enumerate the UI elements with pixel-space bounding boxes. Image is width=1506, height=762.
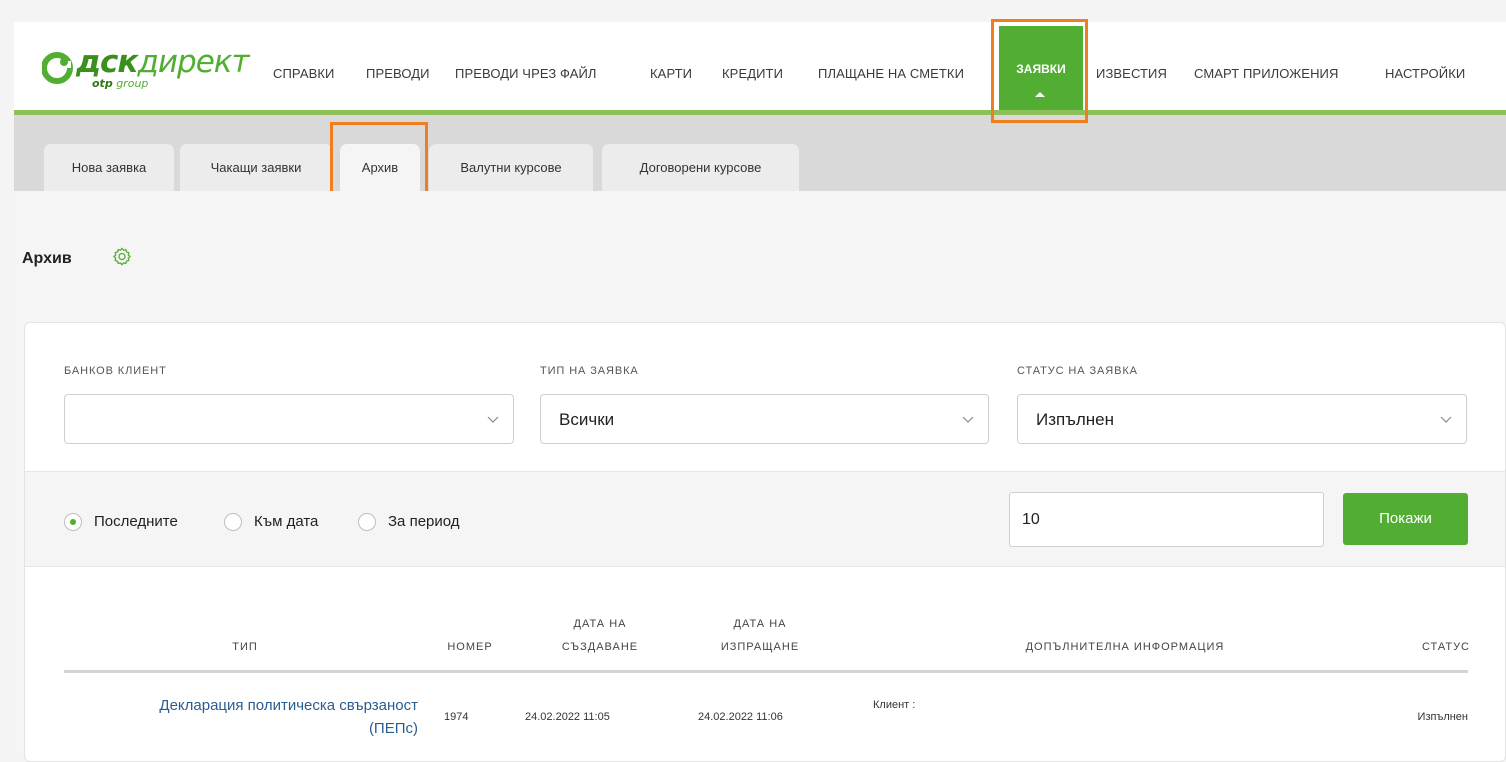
radio-poslednite[interactable]: Последните <box>64 508 214 536</box>
radio-kam-data[interactable]: Към дата <box>224 508 354 536</box>
nav-item-spravki[interactable]: СПРАВКИ <box>273 66 335 81</box>
nav-item-smart-prilozheniya[interactable]: СМАРТ ПРИЛОЖЕНИЯ <box>1194 66 1339 81</box>
type-select[interactable]: Всички <box>540 394 989 444</box>
request-sent-date: 24.02.2022 11:06 <box>698 711 783 723</box>
status-label: СТАТУС НА ЗАЯВКА <box>1017 365 1138 377</box>
status-select[interactable]: Изпълнен <box>1017 394 1467 444</box>
column-header-created-line2: СЪЗДАВАНЕ <box>561 641 639 653</box>
column-header-sent[interactable]: ДАТА НА ИЗПРАЩАНЕ <box>690 617 830 655</box>
request-type-line1: Декларация политическа свързаност <box>159 697 418 714</box>
client-select[interactable] <box>64 394 514 444</box>
column-header-info[interactable]: ДОПЪЛНИТЕЛНА ИНФОРМАЦИЯ <box>980 640 1270 655</box>
show-button[interactable]: Покажи <box>1343 493 1468 545</box>
client-label: БАНКОВ КЛИЕНТ <box>64 365 167 377</box>
radio-circle <box>224 513 242 531</box>
nav-item-karti[interactable]: КАРТИ <box>650 66 692 81</box>
brand-subtitle: otp group <box>92 77 149 90</box>
count-input[interactable]: 10 <box>1009 492 1324 547</box>
radio-label: За период <box>388 513 460 530</box>
brand-name: дскдирект <box>76 44 250 80</box>
dsk-direct-logo[interactable]: дскдирект otp group <box>42 44 270 106</box>
nav-item-nastroyki[interactable]: НАСТРОЙКИ <box>1385 66 1465 81</box>
nav-item-plashtane-smetki[interactable]: ПЛАЩАНЕ НА СМЕТКИ <box>818 66 964 81</box>
chevron-down-icon <box>962 416 974 423</box>
radio-label: Към дата <box>254 513 319 530</box>
radio-label: Последните <box>94 513 178 530</box>
chevron-down-icon <box>1440 416 1452 423</box>
column-header-status[interactable]: СТАТУС <box>1370 640 1470 655</box>
highlight-zayavki <box>991 19 1088 123</box>
nav-item-prevodi-fail[interactable]: ПРЕВОДИ ЧРЕЗ ФАЙЛ <box>455 66 597 81</box>
tab-valutni-kursove[interactable]: Валутни курсове <box>429 144 593 191</box>
request-type-line2: (ПЕПс) <box>368 720 418 737</box>
column-header-created[interactable]: ДАТА НА СЪЗДАВАНЕ <box>530 617 670 655</box>
column-header-created-line1: ДАТА НА <box>573 618 627 630</box>
gear-icon[interactable] <box>111 246 133 268</box>
page-title: Архив <box>22 250 72 267</box>
radio-circle <box>64 513 82 531</box>
column-header-sent-line2: ИЗПРАЩАНЕ <box>720 641 800 653</box>
chevron-down-icon <box>487 416 499 423</box>
table-header-divider <box>64 670 1468 673</box>
radio-selected-dot <box>70 519 76 525</box>
request-created-date: 24.02.2022 11:05 <box>525 711 610 723</box>
nav-item-krediti[interactable]: КРЕДИТИ <box>722 66 783 81</box>
column-header-number[interactable]: НОМЕР <box>430 640 510 655</box>
type-select-value: Всички <box>559 410 615 429</box>
dsk-logo-mark-icon <box>42 52 73 84</box>
type-label: ТИП НА ЗАЯВКА <box>540 365 639 377</box>
status-select-value: Изпълнен <box>1036 410 1114 429</box>
tab-chakashti-zayavki[interactable]: Чакащи заявки <box>180 144 332 191</box>
column-header-type[interactable]: ТИП <box>200 640 290 655</box>
nav-item-izvestiya[interactable]: ИЗВЕСТИЯ <box>1096 66 1167 81</box>
request-type-link[interactable]: Декларация политическа свързаност (ПЕПс) <box>64 694 418 740</box>
request-status: Изпълнен <box>1417 711 1468 723</box>
nav-item-prevodi[interactable]: ПРЕВОДИ <box>366 66 430 81</box>
request-number: 1974 <box>444 711 469 723</box>
radio-circle <box>358 513 376 531</box>
tab-nova-zayavka[interactable]: Нова заявка <box>44 144 174 191</box>
column-header-sent-line1: ДАТА НА <box>733 618 787 630</box>
tab-dogovoreni-kursove[interactable]: Договорени курсове <box>602 144 799 191</box>
radio-za-period[interactable]: За период <box>358 508 498 536</box>
request-additional-info: Клиент : <box>873 699 916 711</box>
